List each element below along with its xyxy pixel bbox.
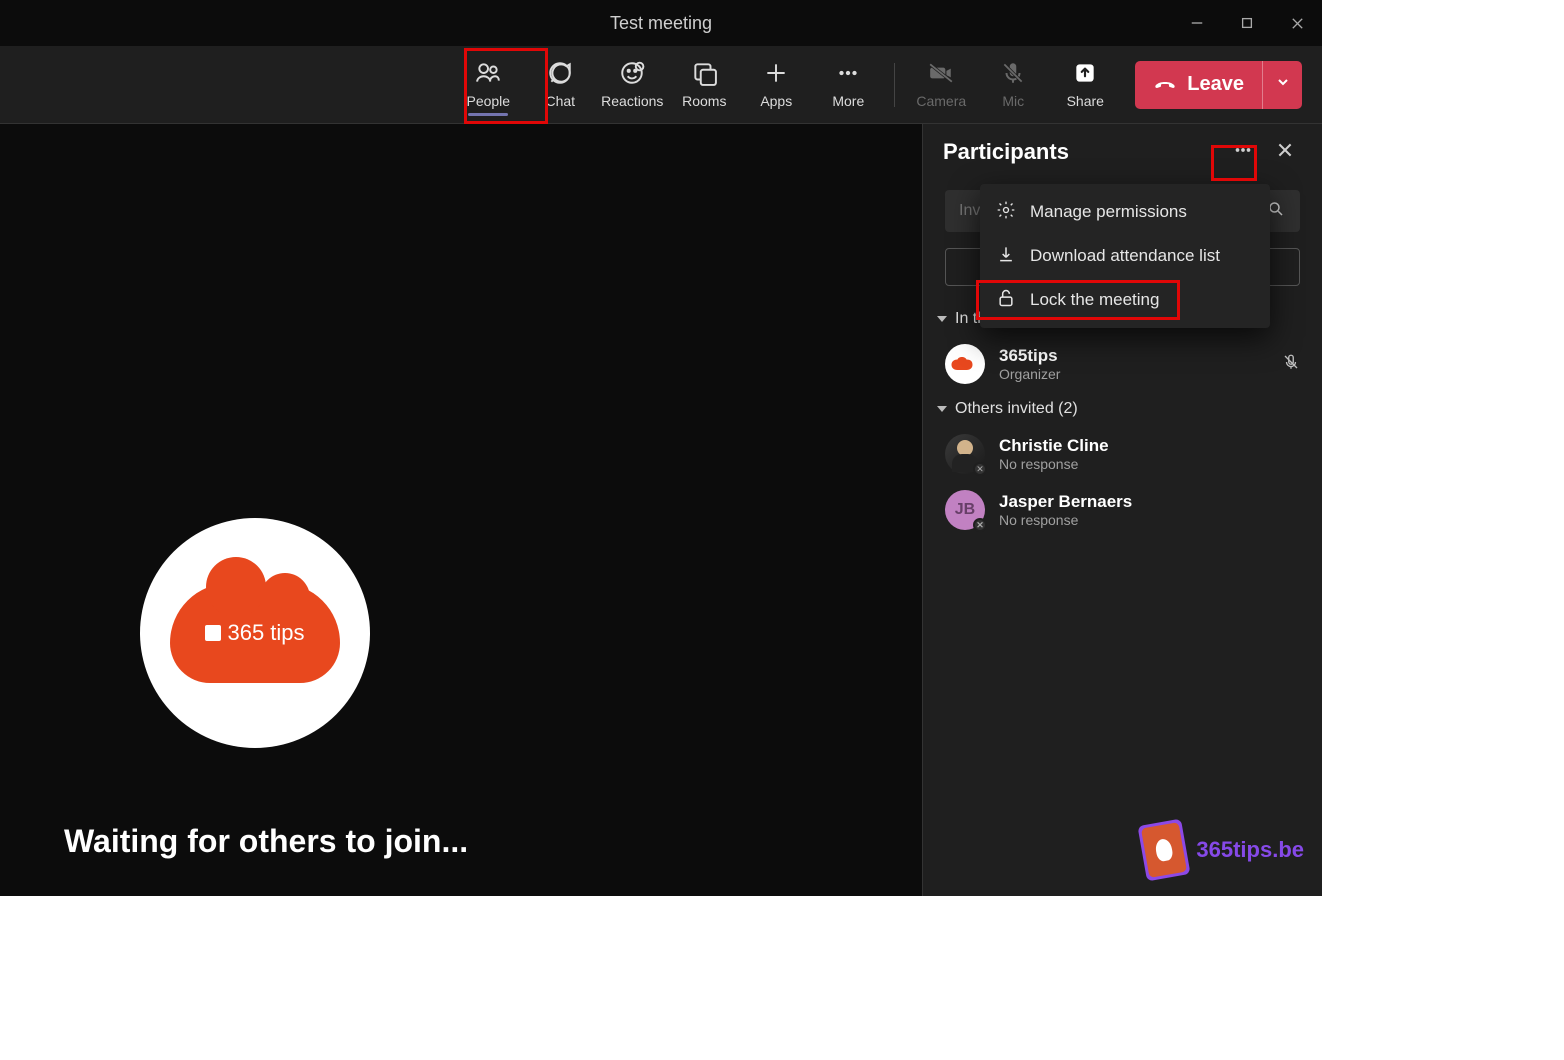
menu-label: Manage permissions <box>1030 202 1187 222</box>
share-icon <box>1072 60 1098 89</box>
avatar-logo: 365 tips <box>170 583 340 683</box>
meeting-toolbar: People Chat Reactions Rooms <box>0 46 1322 124</box>
apps-icon <box>763 60 789 89</box>
more-icon <box>835 60 861 89</box>
camera-label: Camera <box>916 93 966 109</box>
participant-status: No response <box>999 512 1300 528</box>
avatar-initials: JB <box>955 501 975 519</box>
hangup-icon <box>1153 70 1177 100</box>
mic-off-icon <box>1000 60 1026 89</box>
chat-button[interactable]: Chat <box>524 48 596 122</box>
section-label: Others invited (2) <box>955 400 1078 418</box>
section-others-invited[interactable]: Others invited (2) <box>923 392 1322 426</box>
minimize-button[interactable] <box>1172 0 1222 46</box>
rooms-button[interactable]: Rooms <box>668 48 740 122</box>
more-button[interactable]: More <box>812 48 884 122</box>
avatar-logo-text: 365 tips <box>227 620 304 646</box>
download-icon <box>996 244 1016 269</box>
panel-header: Participants <box>923 124 1322 180</box>
close-button[interactable] <box>1272 0 1322 46</box>
people-button[interactable]: People <box>452 48 524 122</box>
meeting-stage: 365 tips Waiting for others to join... <box>0 124 922 896</box>
participant-status: No response <box>999 456 1300 472</box>
participant-row[interactable]: JB ✕ Jasper Bernaers No response <box>923 482 1322 538</box>
window-title: Test meeting <box>610 13 712 34</box>
participants-panel: Participants Manag <box>922 124 1322 896</box>
mic-button[interactable]: Mic <box>977 48 1049 122</box>
avatar: ✕ <box>945 434 985 474</box>
toolbar-group-devices: Camera Mic Share <box>905 48 1121 122</box>
more-label: More <box>832 93 864 109</box>
participant-name: Christie Cline <box>999 436 1300 456</box>
app-window: Test meeting People <box>0 0 1322 896</box>
panel-more-button[interactable] <box>1226 135 1260 169</box>
chevron-down-icon <box>1275 74 1291 95</box>
body-area: 365 tips Waiting for others to join... P… <box>0 124 1322 896</box>
gear-icon <box>996 200 1016 225</box>
menu-download-attendance[interactable]: Download attendance list <box>980 234 1270 278</box>
menu-label: Download attendance list <box>1030 246 1220 266</box>
mic-label: Mic <box>1002 93 1024 109</box>
participant-name: 365tips <box>999 346 1268 366</box>
self-tile: 365 tips <box>140 518 370 748</box>
share-button[interactable]: Share <box>1049 48 1121 122</box>
participant-info: Jasper Bernaers No response <box>999 492 1300 528</box>
panel-close-button[interactable] <box>1268 135 1302 169</box>
menu-label: Lock the meeting <box>1030 290 1159 310</box>
avatar: JB ✕ <box>945 490 985 530</box>
toolbar-group-main: People Chat Reactions Rooms <box>452 48 884 122</box>
participant-info: Christie Cline No response <box>999 436 1300 472</box>
reactions-button[interactable]: Reactions <box>596 48 668 122</box>
participant-row[interactable]: 365tips Organizer <box>923 336 1322 392</box>
watermark-logo-icon <box>1138 819 1191 882</box>
participants-more-menu: Manage permissions Download attendance l… <box>980 184 1270 328</box>
chat-icon <box>547 60 573 89</box>
lock-open-icon <box>996 288 1016 313</box>
window-controls <box>1172 0 1322 46</box>
menu-lock-meeting[interactable]: Lock the meeting <box>980 278 1270 322</box>
leave-button[interactable]: Leave <box>1135 61 1302 109</box>
apps-button[interactable]: Apps <box>740 48 812 122</box>
chevron-down-icon <box>937 406 947 412</box>
waiting-text: Waiting for others to join... <box>64 823 468 860</box>
avatar <box>945 344 985 384</box>
reactions-label: Reactions <box>601 93 663 109</box>
chat-label: Chat <box>545 93 575 109</box>
participant-info: 365tips Organizer <box>999 346 1268 382</box>
status-badge-icon: ✕ <box>973 518 987 532</box>
share-label: Share <box>1067 93 1104 109</box>
mic-muted-icon <box>1282 353 1300 376</box>
status-badge-icon: ✕ <box>973 462 987 476</box>
participant-name: Jasper Bernaers <box>999 492 1300 512</box>
maximize-button[interactable] <box>1222 0 1272 46</box>
participant-role: Organizer <box>999 366 1268 382</box>
close-icon <box>1276 141 1294 164</box>
menu-manage-permissions[interactable]: Manage permissions <box>980 190 1270 234</box>
camera-button[interactable]: Camera <box>905 48 977 122</box>
people-label: People <box>466 93 510 109</box>
chevron-down-icon <box>937 316 947 322</box>
camera-off-icon <box>928 60 954 89</box>
watermark-text: 365tips.be <box>1196 837 1304 863</box>
watermark: 365tips.be <box>1142 822 1304 878</box>
more-horizontal-icon <box>1232 139 1254 166</box>
self-avatar: 365 tips <box>140 518 370 748</box>
leave-label: Leave <box>1187 73 1244 96</box>
rooms-icon <box>691 60 717 89</box>
reactions-icon <box>619 60 645 89</box>
participant-row[interactable]: ✕ Christie Cline No response <box>923 426 1322 482</box>
panel-title: Participants <box>943 139 1218 165</box>
apps-label: Apps <box>760 93 792 109</box>
leave-dropdown-button[interactable] <box>1262 61 1302 109</box>
rooms-label: Rooms <box>682 93 726 109</box>
leave-main[interactable]: Leave <box>1135 70 1262 100</box>
toolbar-divider <box>894 63 895 107</box>
people-icon <box>475 60 501 89</box>
titlebar: Test meeting <box>0 0 1322 46</box>
